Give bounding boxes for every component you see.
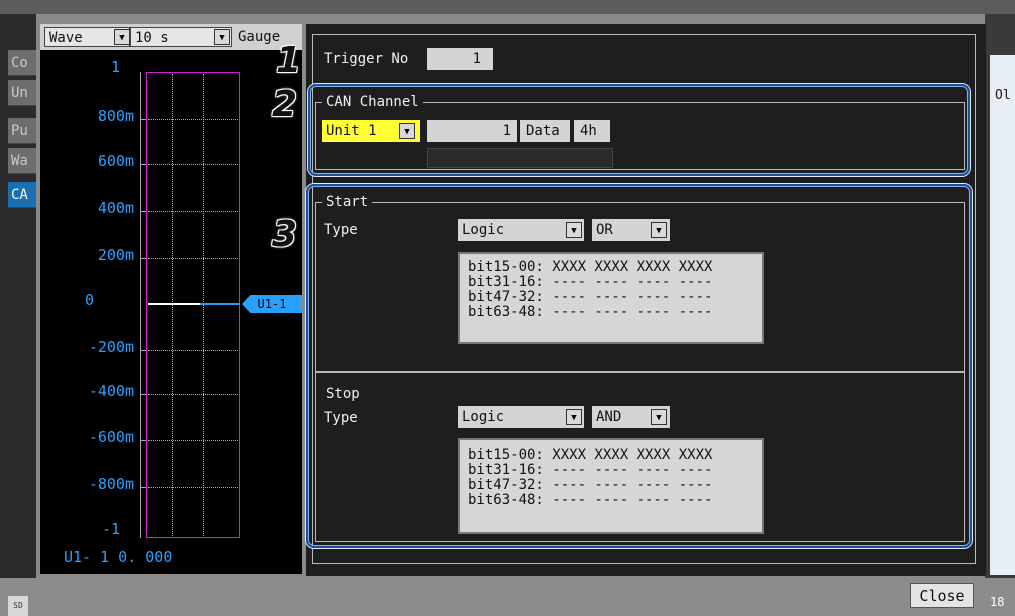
grid-line	[148, 350, 238, 351]
callout-2: 2	[272, 84, 298, 125]
axis-tick	[140, 394, 146, 395]
bit-row: bit15-00: XXXX XXXX XXXX XXXX	[468, 259, 713, 275]
y-axis-label: 600m	[97, 152, 134, 170]
channel-value-readout: U1- 1 0. 000	[64, 548, 173, 566]
top-bar	[0, 0, 1015, 14]
data-label: Data	[520, 120, 570, 142]
bit-row: bit63-48: ---- ---- ---- ----	[468, 492, 713, 508]
unit-value: Unit 1	[326, 123, 377, 139]
side-tab-wa[interactable]: Wa	[8, 148, 36, 174]
bit-row: bit63-48: ---- ---- ---- ----	[468, 304, 713, 320]
plot-area	[146, 72, 240, 538]
side-tab-co[interactable]: Co	[8, 50, 36, 76]
close-button[interactable]: Close	[910, 583, 974, 608]
side-tab-un[interactable]: Un	[8, 80, 36, 106]
start-type-value: Logic	[462, 222, 505, 238]
data-value: 4h	[574, 120, 610, 142]
axis-tick	[140, 487, 146, 488]
callout-1: 1	[276, 40, 302, 81]
axis-tick	[140, 119, 146, 120]
axis-tick	[140, 440, 146, 441]
y-axis-label: -800m	[88, 475, 134, 493]
y-axis-label: 800m	[97, 107, 134, 125]
start-op-value: OR	[596, 222, 613, 238]
stop-type-value: Logic	[462, 409, 505, 425]
chevron-down-icon[interactable]: ▼	[651, 409, 667, 425]
axis-tick	[140, 211, 146, 212]
waveform-trace-blue	[200, 303, 240, 305]
callout-3: 3	[272, 214, 298, 255]
sd-card-icon: SD	[8, 596, 28, 616]
chevron-down-icon[interactable]: ▼	[566, 222, 582, 238]
start-bit-pattern[interactable]: bit15-00: XXXX XXXX XXXX XXXX bit31-16: …	[458, 252, 764, 344]
stop-title: Stop	[322, 386, 364, 402]
start-title: Start	[322, 194, 373, 210]
channel-name-field[interactable]	[427, 148, 613, 168]
start-type-label: Type	[324, 222, 358, 238]
grid-line	[148, 487, 238, 488]
chevron-down-icon[interactable]: ▼	[566, 409, 582, 425]
grid-line	[148, 211, 238, 212]
right-panel-label: Ol	[995, 88, 1011, 103]
channel-number-field[interactable]: 1	[427, 120, 517, 142]
grid-line	[203, 74, 204, 536]
y-axis-label: 400m	[97, 199, 134, 217]
grid-line	[148, 394, 238, 395]
bit-row: bit15-00: XXXX XXXX XXXX XXXX	[468, 447, 713, 463]
stop-bit-pattern[interactable]: bit15-00: XXXX XXXX XXXX XXXX bit31-16: …	[458, 438, 764, 534]
chevron-down-icon[interactable]: ▼	[214, 29, 230, 45]
y-axis-label: -400m	[88, 382, 134, 400]
chevron-down-icon[interactable]: ▼	[651, 222, 667, 238]
axis-tick	[140, 258, 146, 259]
bottom-bar	[0, 578, 1015, 616]
side-tab-ca[interactable]: CA	[8, 182, 36, 208]
y-axis-label: 200m	[97, 246, 134, 264]
y-axis-label: -600m	[88, 428, 134, 446]
chevron-down-icon[interactable]: ▼	[114, 29, 130, 45]
y-axis-label: -1	[101, 520, 120, 538]
channel-marker[interactable]: U1-1	[242, 295, 302, 313]
side-tab-pu[interactable]: Pu	[8, 118, 36, 144]
grid-line	[148, 119, 238, 120]
grid-line	[148, 164, 238, 165]
bit-row: bit47-32: ---- ---- ---- ----	[468, 477, 713, 493]
y-axis-label: 1	[110, 58, 120, 76]
axis-tick	[140, 164, 146, 165]
bit-row: bit31-16: ---- ---- ---- ----	[468, 274, 713, 290]
y-axis-line	[140, 72, 141, 538]
bit-row: bit31-16: ---- ---- ---- ----	[468, 462, 713, 478]
trigger-no-label: Trigger No	[324, 51, 409, 67]
trigger-no-field[interactable]: 1	[427, 48, 493, 70]
status-number: 18	[990, 595, 1005, 609]
grid-line	[148, 440, 238, 441]
bit-row: bit47-32: ---- ---- ---- ----	[468, 289, 713, 305]
y-axis-label: 0	[84, 291, 94, 309]
y-axis-label: -200m	[88, 338, 134, 356]
can-channel-title: CAN Channel	[322, 94, 423, 110]
axis-tick	[140, 350, 146, 351]
display-mode-value: Wave	[49, 30, 83, 46]
grid-line	[148, 258, 238, 259]
stop-op-value: AND	[596, 409, 622, 425]
chevron-down-icon[interactable]: ▼	[399, 123, 415, 139]
grid-line	[172, 74, 173, 536]
time-div-value: 10 s	[135, 30, 169, 46]
stop-type-label: Type	[324, 410, 358, 426]
right-panel	[990, 55, 1015, 575]
